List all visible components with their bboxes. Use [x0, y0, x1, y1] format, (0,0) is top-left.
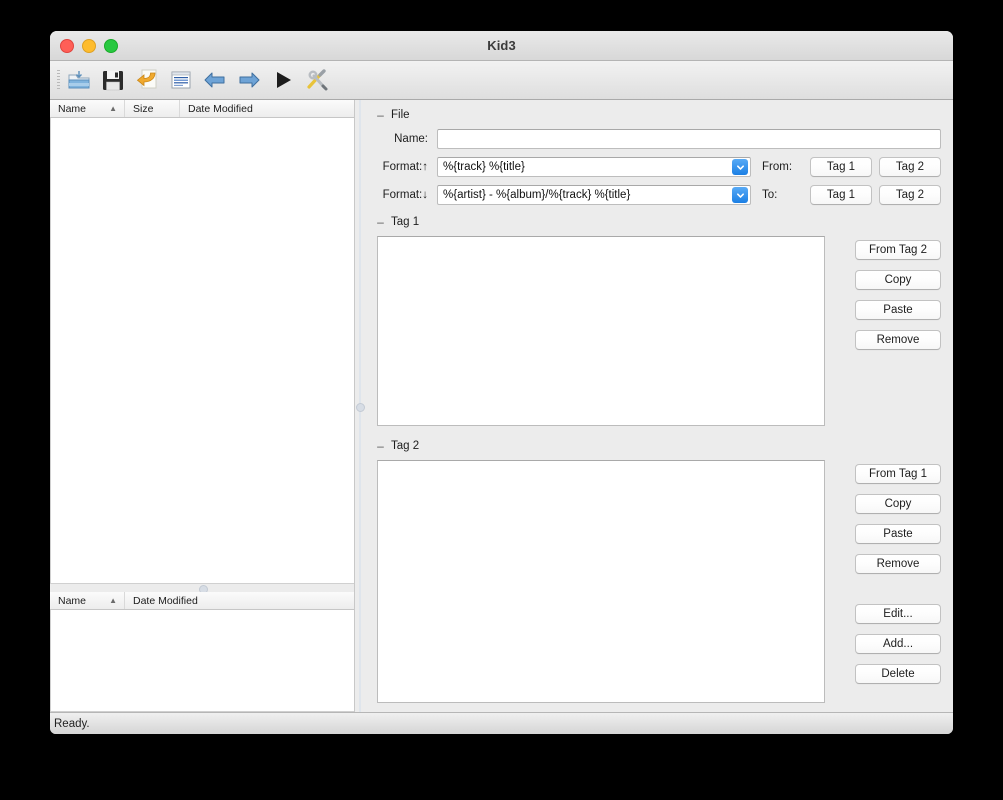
file-list-header: Name ▲ Size Date Modified	[50, 100, 354, 118]
tag1-row: From Tag 2 Copy Paste Remove	[377, 236, 941, 426]
minimize-button[interactable]	[82, 38, 96, 53]
tag2-button-column: From Tag 1 Copy Paste Remove Edit... Add…	[845, 460, 941, 703]
button-separator	[845, 584, 941, 594]
format-down-combo[interactable]: %{artist} - %{album}/%{track} %{title}	[437, 185, 751, 205]
directory-list-header: Name ▲ Date Modified	[50, 592, 354, 610]
column-label: Name	[58, 594, 87, 607]
tag1-from-tag2-button[interactable]: From Tag 2	[855, 240, 941, 260]
tag2-group-title[interactable]: – Tag 2	[377, 440, 941, 452]
collapse-toggle-icon[interactable]: –	[377, 216, 384, 228]
directory-list-body[interactable]	[50, 610, 354, 712]
collapse-toggle-icon[interactable]: –	[377, 440, 384, 452]
window-title: Kid3	[487, 38, 516, 53]
format-down-row: Format:↓ %{artist} - %{album}/%{track} %…	[377, 185, 941, 205]
column-header-name[interactable]: Name ▲	[50, 592, 125, 609]
from-tag2-button[interactable]: Tag 2	[879, 157, 941, 177]
file-group-title[interactable]: – File	[377, 109, 941, 121]
column-label: Date Modified	[188, 102, 253, 115]
left-pane: Name ▲ Size Date Modified Name ▲ Date Mo…	[50, 100, 355, 712]
tag2-paste-button[interactable]: Paste	[855, 524, 941, 544]
column-header-name[interactable]: Name ▲	[50, 100, 125, 117]
tag1-copy-button[interactable]: Copy	[855, 270, 941, 290]
column-header-size[interactable]: Size	[125, 100, 180, 117]
file-list-body[interactable]	[50, 118, 354, 584]
undo-icon[interactable]	[130, 63, 164, 97]
file-list-view: Name ▲ Size Date Modified	[50, 100, 355, 584]
toolbar	[50, 61, 953, 100]
arrow-right-icon[interactable]	[232, 63, 266, 97]
document-preview-icon[interactable]	[164, 63, 198, 97]
main-split-view: Name ▲ Size Date Modified Name ▲ Date Mo…	[50, 100, 953, 712]
tag1-button-column: From Tag 2 Copy Paste Remove	[845, 236, 941, 426]
directory-list-view: Name ▲ Date Modified	[50, 592, 355, 712]
from-label: From:	[762, 161, 793, 173]
sort-ascending-icon: ▲	[109, 103, 117, 113]
format-up-value: %{track} %{title}	[443, 161, 525, 173]
status-bar: Ready.	[50, 712, 953, 734]
from-tag1-button[interactable]: Tag 1	[810, 157, 872, 177]
tag2-delete-button[interactable]: Delete	[855, 664, 941, 684]
tag1-group-title[interactable]: – Tag 1	[377, 216, 941, 228]
kid3-window: Kid3 Name ▲ Size Date Modified Name ▲ Da…	[50, 31, 953, 734]
file-name-row: Name:	[377, 129, 941, 149]
tag2-edit-button[interactable]: Edit...	[855, 604, 941, 624]
tag2-section: From Tag 1 Copy Paste Remove Edit... Add…	[377, 460, 941, 712]
right-pane: – File Name: Format:↑ %{track} %{title} …	[365, 100, 953, 712]
group-label: Tag 2	[391, 440, 420, 452]
format-up-row: Format:↑ %{track} %{title} From: Tag 1 T…	[377, 157, 941, 177]
tag2-from-tag1-button[interactable]: From Tag 1	[855, 464, 941, 484]
group-label: Tag 1	[391, 216, 420, 228]
column-header-date-modified[interactable]: Date Modified	[180, 100, 354, 117]
tag1-remove-button[interactable]: Remove	[855, 330, 941, 350]
format-down-value: %{artist} - %{album}/%{track} %{title}	[443, 189, 631, 201]
format-down-label: Format:↓	[382, 189, 428, 201]
tag1-paste-button[interactable]: Paste	[855, 300, 941, 320]
traffic-light-group	[60, 31, 118, 60]
tag2-copy-button[interactable]: Copy	[855, 494, 941, 514]
format-up-label: Format:↑	[382, 161, 428, 173]
chevron-down-icon[interactable]	[732, 187, 748, 203]
tag2-frame-table[interactable]	[377, 460, 825, 703]
column-label: Date Modified	[133, 594, 198, 607]
toolbar-grip	[57, 70, 60, 90]
collapse-toggle-icon[interactable]: –	[377, 109, 384, 121]
close-button[interactable]	[60, 38, 74, 53]
column-header-date-modified[interactable]: Date Modified	[125, 592, 354, 609]
zoom-button[interactable]	[104, 38, 118, 53]
tools-icon[interactable]	[300, 63, 334, 97]
tag1-section: From Tag 2 Copy Paste Remove	[377, 236, 941, 426]
to-tag1-button[interactable]: Tag 1	[810, 185, 872, 205]
play-icon[interactable]	[266, 63, 300, 97]
name-label: Name:	[394, 133, 428, 145]
sort-ascending-icon: ▲	[109, 595, 117, 605]
vertical-splitter-handle[interactable]	[355, 100, 365, 712]
save-icon[interactable]	[96, 63, 130, 97]
status-message: Ready.	[54, 717, 90, 730]
column-label: Name	[58, 102, 87, 115]
to-label: To:	[762, 189, 778, 201]
group-label: File	[391, 109, 410, 121]
tag2-remove-button[interactable]: Remove	[855, 554, 941, 574]
tag2-add-button[interactable]: Add...	[855, 634, 941, 654]
name-input[interactable]	[437, 129, 941, 149]
arrow-left-icon[interactable]	[198, 63, 232, 97]
tag1-frame-table[interactable]	[377, 236, 825, 426]
open-folder-icon[interactable]	[62, 63, 96, 97]
horizontal-splitter-handle[interactable]	[50, 584, 355, 594]
column-label: Size	[133, 102, 154, 115]
tag2-row: From Tag 1 Copy Paste Remove Edit... Add…	[377, 460, 941, 703]
chevron-down-icon[interactable]	[732, 159, 748, 175]
format-up-combo[interactable]: %{track} %{title}	[437, 157, 751, 177]
to-tag2-button[interactable]: Tag 2	[879, 185, 941, 205]
title-bar: Kid3	[50, 31, 953, 61]
